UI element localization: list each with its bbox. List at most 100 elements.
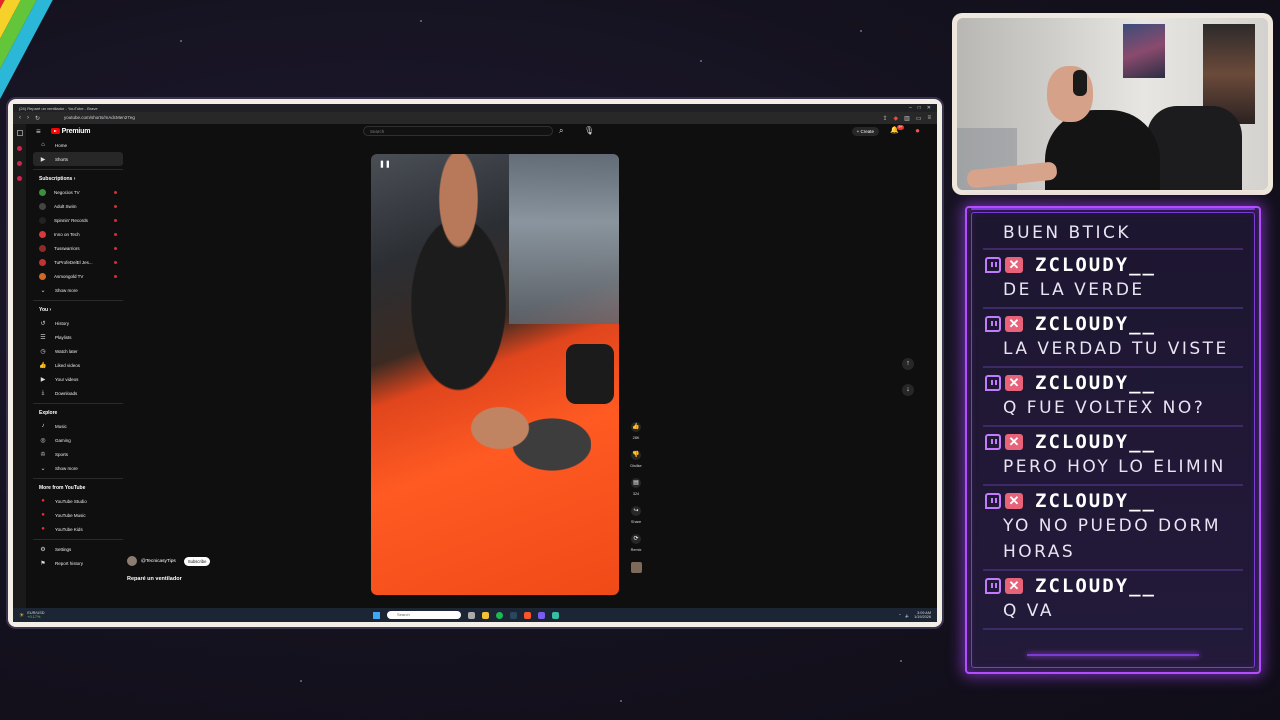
clock[interactable]: 3:09 AM 1/19/2026 [914,611,931,620]
sidebar-item-youtube-kids[interactable]: ● YouTube Kids [33,522,123,536]
hamburger-icon[interactable]: ≡ [36,127,41,136]
sidebar-item-youtube-studio[interactable]: ● YouTube Studio [33,494,123,508]
share-icon[interactable]: ⇪ [882,115,887,122]
url-field[interactable]: youtube.com/shorts/mAdcMen27eg [46,114,876,122]
sidebar-item-downloads[interactable]: ⤓ Downloads [33,386,123,400]
dislike-icon[interactable]: 👎 [631,450,641,460]
sidebar-item-watch-later[interactable]: ◷ Watch later [33,344,123,358]
search-input[interactable]: Search [363,126,553,136]
obs-icon[interactable] [552,611,559,619]
create-button[interactable]: + Create [851,127,879,136]
chat-message-header: ✕ ZCLOUDY__ [983,574,1243,598]
maximize-icon[interactable]: □ [918,105,921,111]
pause-icon[interactable]: ❚❚ [379,160,391,168]
star [620,700,622,702]
sidebar-toggle-icon[interactable]: ▥ [904,115,910,122]
sidebar-item-subscription[interactable]: Asmongold TV [33,269,123,283]
sidebar-item-gaming[interactable]: ◎ Gaming [33,433,123,447]
weather-widget[interactable]: ☀ EUR/USD +0.17% [13,611,44,620]
chat-message-header: ✕ ZCLOUDY__ [983,430,1243,454]
sidebar-item-playlists[interactable]: ☰ Playlists [33,330,123,344]
arrow-down-icon[interactable]: ↓ [902,384,914,396]
sidebar-item-subscription[interactable]: Tusswarriors [33,241,123,255]
sidebar-app-icon[interactable] [17,146,22,151]
chevron-down-icon: ⌄ [40,465,46,472]
subscribe-button[interactable]: Subscribe [183,556,211,566]
microphone-icon[interactable]: 🎙 [584,126,594,135]
channel-avatar [39,258,46,266]
reload-icon[interactable]: ↻ [35,115,40,122]
volume-icon[interactable]: 🔈 [905,613,910,618]
taskbar-search[interactable]: Search [387,611,461,619]
browser-window: (24) Reparé un ventilador - YouTube - Br… [13,104,937,622]
share-icon[interactable]: ↪ [631,506,641,516]
chat-username: ZCLOUDY__ [1035,490,1156,512]
sidebar-item-sports[interactable]: ♔ Sports [33,447,123,461]
back-icon[interactable]: ‹ [19,115,21,121]
task-view-icon[interactable] [468,611,475,619]
discord-icon[interactable] [538,611,545,619]
sidebar-app-icon[interactable] [17,176,22,181]
chat-username: ZCLOUDY__ [1035,431,1156,453]
youtube-logo[interactable]: Premium [50,128,90,135]
subscriptions-show-more[interactable]: ⌄ Show more [33,283,123,297]
sidebar-item-label: Music [55,423,67,429]
comment-count: 324 [632,492,640,496]
avatar[interactable]: ● [915,126,920,135]
sidebar-item-your-videos[interactable]: ▶ Your videos [33,372,123,386]
sidebar-item-settings[interactable]: ⚙ Settings [33,542,123,556]
sidebar-item-label: Settings [55,546,72,552]
sidebar-item-youtube-music[interactable]: ● YouTube Music [33,508,123,522]
comment-icon[interactable]: ▤ [631,478,641,488]
new-content-dot [114,260,117,264]
you-list: ↺ History ☰ Playlists ◷ Watch later 👍 Liked vid… [33,316,123,400]
video-icon: ▶ [40,376,46,383]
minimize-icon[interactable]: – [909,105,912,111]
chat-username: ZCLOUDY__ [1035,372,1156,394]
star [860,30,862,32]
new-content-dot [114,190,117,194]
sidebar-item-music[interactable]: ♪ Music [33,419,123,433]
sun-icon: ☀ [19,612,25,619]
sound-thumbnail[interactable] [630,562,642,573]
sidebar-item-liked-videos[interactable]: 👍 Liked videos [33,358,123,372]
subscriptions-heading[interactable]: Subscriptions › [33,169,123,185]
steam-icon[interactable] [510,611,517,619]
sidebar-item-subscription[interactable]: Adult Swim [33,199,123,213]
explore-show-more[interactable]: ⌄ Show more [33,461,123,475]
like-icon[interactable]: 👍 [631,422,641,432]
download-icon: ⤓ [41,389,45,396]
new-content-dot [114,218,117,222]
you-heading[interactable]: You › [33,300,123,316]
chat-partial-header [983,208,1243,222]
file-explorer-icon[interactable] [482,611,489,619]
sidebar-item-subscription[interactable]: Spinnin' Records [33,213,123,227]
windows-start-icon[interactable] [373,611,380,619]
forward-icon[interactable]: › [27,115,29,121]
sidebar-item-home[interactable]: ⌂ Home [33,138,123,152]
brave-shield-icon[interactable]: ◆ [894,115,899,122]
sidebar-item-history[interactable]: ↺ History [33,316,123,330]
channel-name[interactable]: @TecnicasyTips [141,559,176,564]
chevron-up-icon[interactable]: ⌃ [898,613,901,618]
sidebar-item-subscription[interactable]: Inno on Tech [33,227,123,241]
remix-icon[interactable]: ⟳ [631,534,641,544]
brave-icon[interactable] [524,611,531,619]
sidebar-item-subscription[interactable]: Negocios TV [33,185,123,199]
channel-avatar[interactable] [127,556,137,566]
sidebar-item-shorts[interactable]: ▶ Shorts [33,152,123,166]
search-icon[interactable]: ⌕ [559,126,563,136]
short-video-player[interactable]: ❚❚ [371,154,619,595]
spotify-icon[interactable] [496,611,503,619]
sidebar-app-icon[interactable] [17,161,22,166]
video-frame [566,344,614,404]
sidebar-item-label: Inno on Tech [54,231,80,237]
wallet-icon[interactable]: ▭ [916,115,922,122]
close-icon[interactable]: ✕ [927,105,931,111]
sidebar-item-subscription[interactable]: TuProfeDelEl Jes... [33,255,123,269]
menu-icon[interactable]: ≡ [927,115,931,121]
arrow-up-icon[interactable]: ↑ [902,358,914,370]
sidebar-item-report-history[interactable]: ⚑ Report history [33,556,123,570]
video-frame [391,154,541,404]
sidebar-panel-icon[interactable] [16,130,23,136]
